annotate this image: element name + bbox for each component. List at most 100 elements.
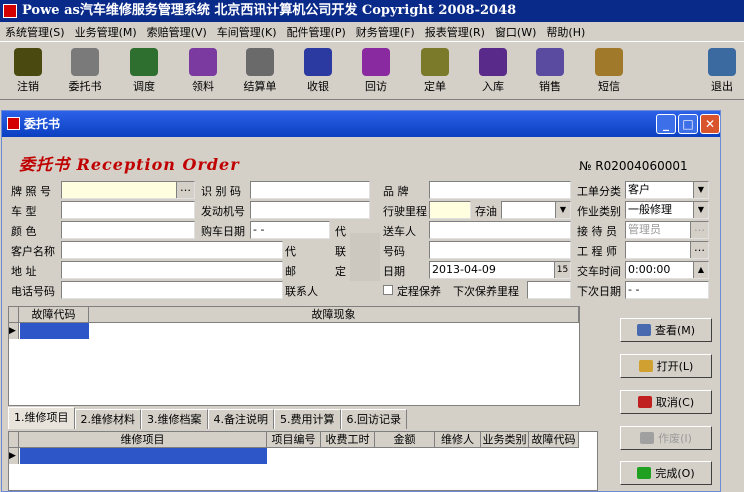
app-title-bar: Powe as汽车维修服务管理系统 北京西讯计算机公司开发 Copyright … (0, 0, 744, 22)
receptionist-label: 接 待 员 (577, 225, 617, 238)
phone-label: 电话号码 (11, 285, 55, 298)
fault-grid[interactable]: 故障代码 故障现象 ▶ (8, 306, 580, 406)
maximize-button[interactable]: □ (678, 114, 698, 134)
row-indicator-icon: ▶ (9, 448, 19, 464)
business-type-header[interactable]: 业务类别 (481, 432, 529, 448)
view-button[interactable]: 查看(M) (620, 318, 712, 342)
engine-input[interactable] (250, 201, 370, 219)
open-button[interactable]: 打开(L) (620, 354, 712, 378)
chevron-down-icon: ▼ (555, 202, 570, 218)
toolbar-stock-in-button[interactable]: 入库 (471, 48, 515, 94)
fault-desc-header[interactable]: 故障现象 (89, 307, 579, 323)
order-window: 委托书 _ □ ✕ 委托书 Reception Order № R0200406… (1, 110, 721, 492)
menu-reports[interactable]: 报表管理(R) (420, 24, 490, 40)
selected-cell[interactable] (20, 448, 267, 464)
settlement-icon (246, 48, 274, 76)
void-button[interactable]: 作废(I) (620, 426, 712, 450)
app-title: Powe as汽车维修服务管理系统 北京西讯计算机公司开发 Copyright … (22, 3, 517, 18)
chevron-down-icon: ▼ (693, 182, 708, 198)
done-button[interactable]: 完成(O) (620, 461, 712, 485)
engineer-lookup-button[interactable]: … (690, 242, 708, 258)
menu-system[interactable]: 系统管理(S) (0, 24, 70, 40)
repair-item-header[interactable]: 维修项目 (19, 432, 267, 448)
customer-input[interactable] (61, 241, 283, 259)
menu-business[interactable]: 业务管理(M) (70, 24, 142, 40)
tab-revisit[interactable]: 6.回访记录 (340, 409, 407, 429)
repair-grid[interactable]: 维修项目 项目编号 收费工时 金额 维修人 业务类别 故障代码 ▶ (8, 431, 598, 491)
toolbar-sms-button[interactable]: 短信 (587, 48, 631, 94)
spinner-icon[interactable]: ▲ (693, 262, 708, 278)
menu-finance[interactable]: 财务管理(F) (351, 24, 420, 40)
tab-repair-materials[interactable]: 2.维修材料 (74, 409, 141, 429)
plate-input[interactable]: … (61, 181, 195, 199)
vin-input[interactable] (250, 181, 370, 199)
vehicle-type-input[interactable] (61, 201, 195, 219)
warehouse-in-icon (479, 48, 507, 76)
phone-input[interactable] (61, 281, 283, 299)
tab-repair-history[interactable]: 3.维修档案 (141, 409, 208, 429)
toolbar-exit-button[interactable]: 退出 (700, 48, 744, 94)
item-no-header[interactable]: 项目编号 (267, 432, 321, 448)
document-pen-icon (71, 48, 99, 76)
next-mileage-input[interactable] (527, 281, 571, 299)
address-label: 地 址 (11, 265, 37, 278)
sender-input[interactable] (429, 221, 571, 239)
sender-phone-input[interactable] (429, 241, 571, 259)
menu-help[interactable]: 帮助(H) (541, 24, 590, 40)
toolbar-dispatch-button[interactable]: 调度 (122, 48, 166, 94)
menu-window[interactable]: 窗口(W) (490, 24, 541, 40)
toolbar-revisit-button[interactable]: 回访 (354, 48, 398, 94)
order-type-select[interactable]: 客户 ▼ (625, 181, 709, 199)
address-input[interactable] (61, 261, 283, 279)
window-icon (7, 117, 20, 130)
cancel-button[interactable]: 取消(C) (620, 390, 712, 414)
fuel-select[interactable]: ▼ (501, 201, 571, 219)
selected-cell[interactable] (20, 323, 89, 339)
fault-code-header[interactable]: 故障代码 (19, 307, 89, 323)
delivery-time-input[interactable]: 0:00:00 ▲ (625, 261, 709, 279)
receptionist-input[interactable]: 管理员… (625, 221, 709, 239)
toolbar-settlement-button[interactable]: 结算单 (238, 48, 282, 94)
toolbar-cashier-button[interactable]: 收银 (296, 48, 340, 94)
toolbar-logout-button[interactable]: 注销 (6, 48, 50, 94)
sales-icon (536, 48, 564, 76)
menu-claims[interactable]: 索赔管理(V) (142, 24, 212, 40)
window-title: 委托书 (24, 117, 61, 131)
next-date-input[interactable]: - - (625, 281, 709, 299)
tab-notes[interactable]: 4.备注说明 (207, 409, 274, 429)
cancel-x-icon (637, 396, 652, 408)
vehicle-type-label: 车 型 (11, 205, 37, 218)
tab-cost[interactable]: 5.费用计算 (274, 409, 341, 429)
toolbar-material-button[interactable]: 领料 (181, 48, 225, 94)
calendar-icon[interactable]: 15 (554, 262, 570, 278)
toolbar-order-button[interactable]: 委托书 (63, 48, 107, 94)
mileage-input[interactable] (429, 201, 471, 219)
engineer-input[interactable]: … (625, 241, 709, 259)
form-heading: 委托书 Reception Order (19, 155, 240, 174)
maintenance-checkbox[interactable] (383, 285, 393, 295)
work-type-select[interactable]: 一般修理 ▼ (625, 201, 709, 219)
menu-parts[interactable]: 配件管理(P) (282, 24, 351, 40)
amount-header[interactable]: 金额 (375, 432, 435, 448)
toolbar: 注销 委托书 调度 领料 结算单 收银 回访 定单 入库 销售 短信 退出 (0, 42, 744, 100)
order-number: № R02004060001 (579, 159, 688, 173)
brand-input[interactable] (429, 181, 571, 199)
menu-workshop[interactable]: 车间管理(K) (212, 24, 282, 40)
contact-label: 联 (335, 245, 346, 258)
fault-code-col-header[interactable]: 故障代码 (529, 432, 579, 448)
minimize-button[interactable]: _ (656, 114, 676, 134)
toolbar-sales-button[interactable]: 销售 (528, 48, 572, 94)
labor-hours-header[interactable]: 收费工时 (321, 432, 375, 448)
repairer-header[interactable]: 维修人 (435, 432, 481, 448)
contact-person-label: 联系人 (285, 285, 318, 298)
toolbar-purchase-order-button[interactable]: 定单 (413, 48, 457, 94)
tab-repair-items[interactable]: 1.维修项目 (8, 407, 75, 429)
plate-lookup-button[interactable]: … (176, 182, 194, 198)
date-input[interactable]: 2013-04-09 15 (429, 261, 571, 279)
color-input[interactable] (61, 221, 195, 239)
receptionist-lookup-button[interactable]: … (690, 222, 708, 238)
sms-icon (595, 48, 623, 76)
purchase-date-input[interactable]: - - (250, 221, 330, 239)
close-button[interactable]: ✕ (700, 114, 720, 134)
post-label: 邮 (285, 265, 296, 278)
